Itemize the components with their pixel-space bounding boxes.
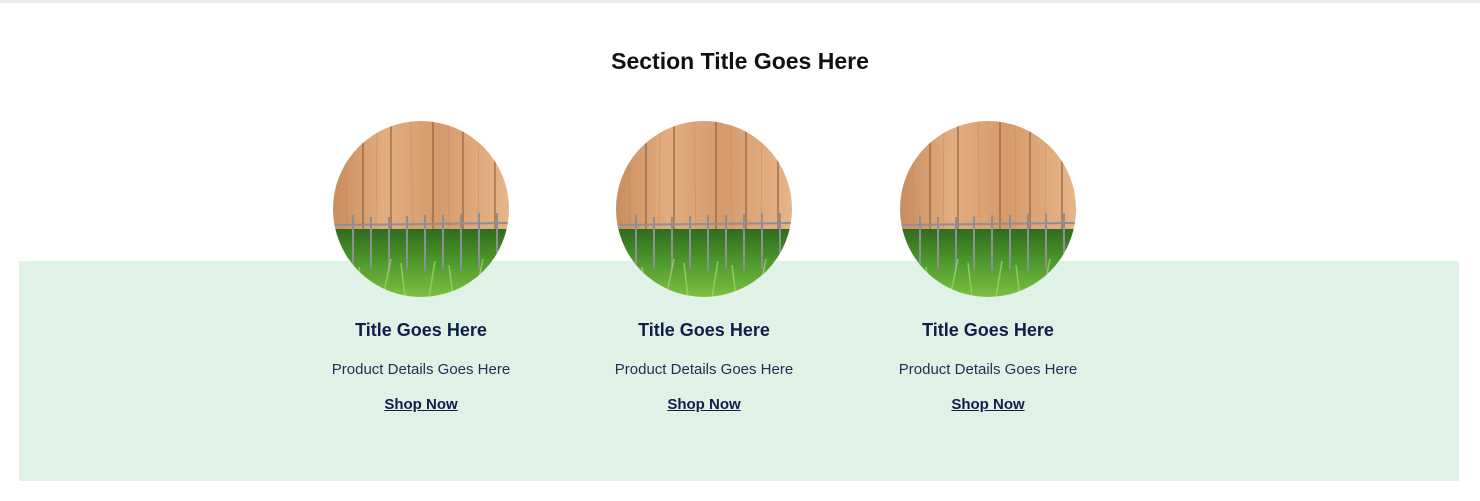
product-card: Title Goes Here Product Details Goes Her…: [868, 121, 1108, 414]
shop-now-link[interactable]: Shop Now: [951, 396, 1024, 414]
page: Section Title Goes Here Title Goes Here …: [0, 0, 1480, 501]
card-title: Title Goes Here: [922, 320, 1054, 340]
product-image[interactable]: [616, 121, 792, 297]
card-title: Title Goes Here: [638, 320, 770, 340]
section-title: Section Title Goes Here: [611, 48, 869, 74]
top-divider: [0, 0, 1480, 3]
card-details: Product Details Goes Here: [614, 361, 794, 378]
shop-now-link[interactable]: Shop Now: [667, 396, 740, 414]
card-title: Title Goes Here: [355, 320, 487, 340]
product-card: Title Goes Here Product Details Goes Her…: [584, 121, 824, 414]
product-card: Title Goes Here Product Details Goes Her…: [301, 121, 541, 414]
product-image[interactable]: [333, 121, 509, 297]
card-details: Product Details Goes Here: [331, 361, 511, 378]
shop-now-link[interactable]: Shop Now: [384, 396, 457, 414]
product-image[interactable]: [900, 121, 1076, 297]
card-details: Product Details Goes Here: [898, 361, 1078, 378]
